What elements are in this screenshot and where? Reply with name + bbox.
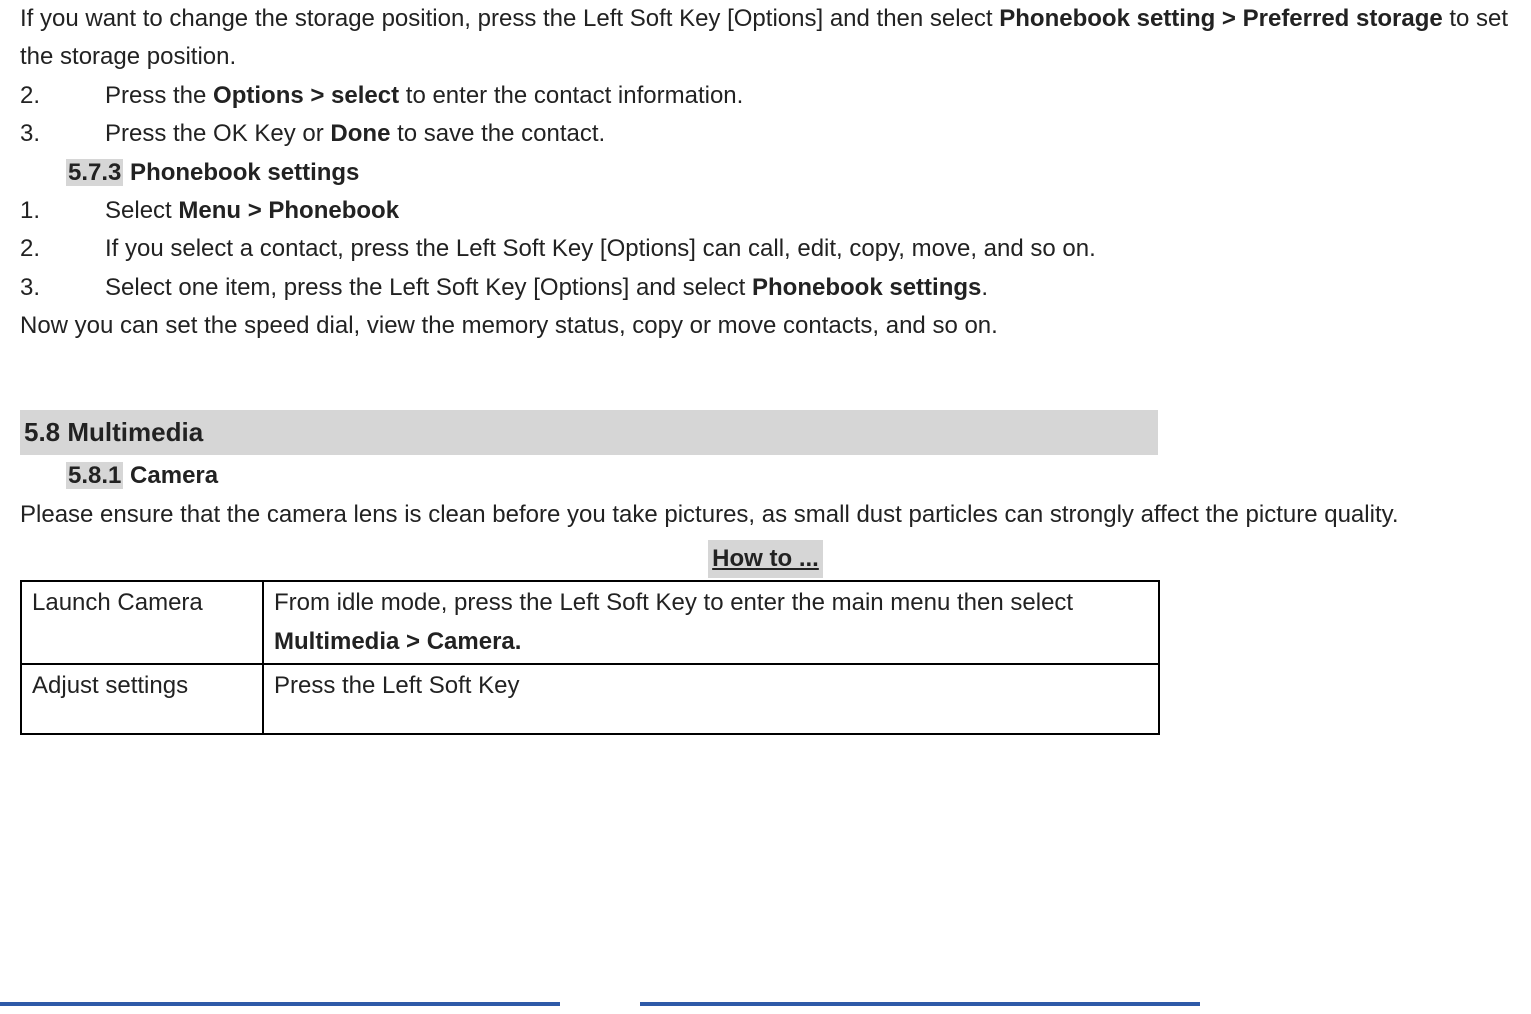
step-line: 2. Press the Options > select to enter t… xyxy=(20,77,1511,115)
subsection-heading-wrap: 5.8.1 Camera xyxy=(20,457,1511,495)
table-cell: Adjust settings xyxy=(21,664,263,734)
table-cell: From idle mode, press the Left Soft Key … xyxy=(263,581,1159,664)
text: From idle mode, press the Left Soft Key … xyxy=(274,589,1073,616)
bold-text: Menu > Phonebook xyxy=(178,197,399,224)
step-number: 3. xyxy=(20,115,105,153)
text: If you want to change the storage positi… xyxy=(20,5,999,32)
step-body: Select one item, press the Left Soft Key… xyxy=(105,269,1511,307)
heading-number: 5.7.3 xyxy=(66,159,123,186)
step-number: 2. xyxy=(20,230,105,268)
step-number: 1. xyxy=(20,192,105,230)
table-cell: Launch Camera xyxy=(21,581,263,664)
text: Press the xyxy=(105,82,213,109)
step-body: Press the OK Key or Done to save the con… xyxy=(105,115,1511,153)
bold-text: Options > select xyxy=(213,82,399,109)
table-cell: Press the Left Soft Key xyxy=(263,664,1159,734)
text: . xyxy=(981,274,988,301)
bold-text: Done xyxy=(330,120,390,147)
document-page: If you want to change the storage positi… xyxy=(0,0,1531,1014)
text: Press the OK Key or xyxy=(105,120,330,147)
step-line: 3. Press the OK Key or Done to save the … xyxy=(20,115,1511,153)
heading-title: Camera xyxy=(123,462,218,489)
bold-text: Multimedia > Camera. xyxy=(274,628,521,655)
step-number: 2. xyxy=(20,77,105,115)
table-row: Launch Camera From idle mode, press the … xyxy=(21,581,1159,664)
subsection-heading: 5.8.1 Camera xyxy=(66,457,1511,495)
howto-table: Launch Camera From idle mode, press the … xyxy=(20,580,1160,735)
text: to save the contact. xyxy=(390,120,605,147)
intro-paragraph: If you want to change the storage positi… xyxy=(20,0,1511,77)
text: Select one item, press the Left Soft Key… xyxy=(105,274,752,301)
spacer xyxy=(20,346,1511,410)
step-number: 3. xyxy=(20,269,105,307)
howto-label: How to ... xyxy=(708,540,823,578)
step-body: If you select a contact, press the Left … xyxy=(105,230,1511,268)
heading-number: 5.8.1 xyxy=(66,462,123,489)
step-line: 3. Select one item, press the Left Soft … xyxy=(20,269,1511,307)
step-line: 2. If you select a contact, press the Le… xyxy=(20,230,1511,268)
subsection-heading: 5.7.3 Phonebook settings xyxy=(66,154,1511,192)
step-body: Press the Options > select to enter the … xyxy=(105,77,1511,115)
howto-label-wrap: How to ... xyxy=(20,540,1511,578)
bold-text: Phonebook setting > Preferred storage xyxy=(999,5,1442,32)
heading-title: Phonebook settings xyxy=(123,159,359,186)
bold-text: Phonebook settings xyxy=(752,274,981,301)
footer-line-right xyxy=(640,1002,1200,1006)
footer-line-left xyxy=(0,1002,560,1006)
section-heading: 5.8 Multimedia xyxy=(20,410,1158,456)
closing-paragraph: Now you can set the speed dial, view the… xyxy=(20,307,1511,345)
camera-intro-paragraph: Please ensure that the camera lens is cl… xyxy=(20,496,1511,534)
table-row: Adjust settings Press the Left Soft Key xyxy=(21,664,1159,734)
text: If you select a contact, press the Left … xyxy=(105,235,1096,262)
subsection-heading-wrap: 5.7.3 Phonebook settings xyxy=(20,154,1511,192)
text: to enter the contact information. xyxy=(399,82,743,109)
step-body: Select Menu > Phonebook xyxy=(105,192,1511,230)
text: Select xyxy=(105,197,178,224)
step-line: 1. Select Menu > Phonebook xyxy=(20,192,1511,230)
